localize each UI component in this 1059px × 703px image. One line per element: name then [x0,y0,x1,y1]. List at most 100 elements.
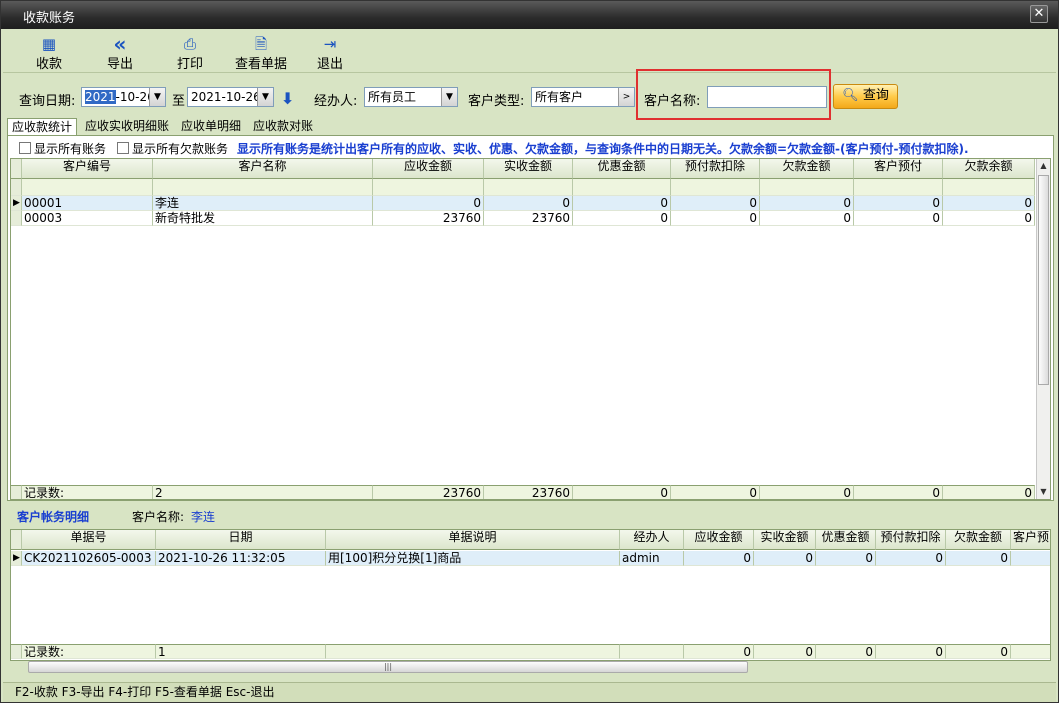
col-customer-name[interactable]: 客户名称 [153,159,373,179]
col-debt[interactable]: 欠款金额 [946,530,1011,550]
receive-button[interactable]: ▦ 收款 [19,35,79,72]
view-document-label: 查看单据 [234,57,287,72]
col-debt-balance[interactable]: 欠款余额 [943,159,1035,179]
scroll-down-icon[interactable]: ▼ [1037,485,1050,499]
table-header: 单据号 日期 单据说明 经办人 应收金额 实收金额 优惠金额 预付款扣除 欠款金… [11,530,1050,550]
cell-received: 23760 [484,211,573,226]
cell-receivable: 0 [373,196,484,211]
footer-prepay-deduct: 0 [876,644,946,659]
document-search-icon: 🗎 [254,35,268,53]
cell-prepay-deduct: 0 [671,211,760,226]
col-debt[interactable]: 欠款金额 [760,159,854,179]
table-row[interactable]: ▶ 00001 李连 0 0 0 0 0 0 0 [11,196,1035,211]
status-bar: F2-收款 F3-导出 F4-打印 F5-查看单据 Esc-退出 [3,682,1056,702]
col-receivable[interactable]: 应收金额 [373,159,484,179]
receivables-window: 收款账务 ✕ ▦ 收款 « 导出 ⎙ 打印 🗎 查看单据 ⇥ 退出 查询日期: … [0,0,1059,703]
detail-table: 单据号 日期 单据说明 经办人 应收金额 实收金额 优惠金额 预付款扣除 欠款金… [10,529,1051,661]
tab-receivables-detail[interactable]: 应收单明细 [177,118,245,136]
handler-select[interactable]: 所有员工 ▼ [364,87,458,107]
chevron-down-icon[interactable]: ▼ [441,88,457,106]
show-all-debts-checkbox[interactable] [117,142,129,154]
col-prepay-deduct[interactable]: 预付款扣除 [671,159,760,179]
title-bar[interactable]: 收款账务 ✕ [1,1,1058,29]
exit-door-icon: ⇥ [323,35,337,53]
customer-type-select[interactable]: 所有客户 > [531,87,635,107]
export-button[interactable]: « 导出 [90,32,150,72]
footer-count: 1 [156,644,326,659]
detail-customer-label: 客户名称: [132,510,185,524]
col-discount[interactable]: 优惠金额 [816,530,876,550]
cell-prepay-deduct: 0 [876,551,946,566]
cell-received: 0 [484,196,573,211]
summary-table: 客户编号 客户名称 应收金额 实收金额 优惠金额 预付款扣除 欠款金额 客户预付… [10,158,1051,500]
footer-debt: 0 [946,644,1011,659]
table-footer: 记录数: 1 0 0 0 0 0 [11,644,1050,659]
cell-customer-id: 00003 [22,211,153,226]
scroll-thumb[interactable] [1038,175,1049,385]
col-doc-no[interactable]: 单据号 [22,530,156,550]
detail-title: 客户帐务明细 [17,510,90,524]
col-prepaid[interactable]: 客户预付 [854,159,943,179]
customer-name-input[interactable] [707,86,827,108]
chevron-down-icon[interactable]: ▼ [257,88,273,106]
handler-label: 经办人: [314,94,358,109]
print-button[interactable]: ⎙ 打印 [160,35,220,72]
query-button[interactable]: 🔍︎ 查询 [833,84,898,109]
cell-prepaid [1011,551,1050,566]
footer-discount: 0 [816,644,876,659]
date-to-picker[interactable]: 2021-10-26 ▼ [187,87,274,107]
cell-prepaid: 0 [854,196,943,211]
footer-received: 0 [754,644,816,659]
cell-doc-desc: 用[100]积分兑换[1]商品 [326,551,620,566]
show-all-accounts-label: 显示所有账务 [34,142,107,156]
toolbar: ▦ 收款 « 导出 ⎙ 打印 🗎 查看单据 ⇥ 退出 [3,31,1056,73]
col-customer-id[interactable]: 客户编号 [22,159,153,179]
date-from-year: 2021 [85,90,116,104]
chevron-right-icon[interactable]: > [618,88,634,106]
down-arrow-icon[interactable]: ⬇ [281,89,294,108]
tab-receivables-reconcile[interactable]: 应收款对账 [249,118,317,136]
table-footer: 记录数: 2 23760 23760 0 0 0 0 0 [11,485,1035,499]
cell-customer-name: 新奇特批发 [153,211,373,226]
detail-customer-value: 李连 [191,510,216,524]
cell-debt: 0 [760,196,854,211]
view-document-button[interactable]: 🗎 查看单据 [230,35,292,72]
exit-button[interactable]: ⇥ 退出 [300,35,360,72]
export-label: 导出 [106,57,133,72]
table-filter-row[interactable] [11,179,1035,196]
footer-debt: 0 [760,485,854,499]
cell-discount: 0 [573,211,671,226]
col-received[interactable]: 实收金额 [754,530,816,550]
show-all-accounts-checkbox[interactable] [19,142,31,154]
calendar-icon: ▦ [41,35,57,53]
tab-receivables-summary[interactable]: 应收款统计 [7,118,78,136]
col-discount[interactable]: 优惠金额 [573,159,671,179]
cell-debt: 0 [946,551,1011,566]
cell-debt-balance: 0 [943,196,1035,211]
chevron-down-icon[interactable]: ▼ [149,88,165,106]
search-icon: 🔍︎ [842,88,859,103]
col-prepay-deduct[interactable]: 预付款扣除 [876,530,946,550]
col-handler[interactable]: 经办人 [620,530,684,550]
cell-prepaid: 0 [854,211,943,226]
close-icon[interactable]: ✕ [1030,5,1048,23]
footer-count-label: 记录数: [22,485,153,499]
footer-prepaid: 0 [854,485,943,499]
col-prepaid[interactable]: 客户预 [1011,530,1050,550]
cell-date: 2021-10-26 11:32:05 [156,551,326,566]
table-row[interactable]: ▶ CK2021102605-0003 2021-10-26 11:32:05 … [11,551,1050,566]
tab-receivables-ledger[interactable]: 应收实收明细账 [81,118,173,136]
to-label: 至 [172,94,186,109]
col-received[interactable]: 实收金额 [484,159,573,179]
horizontal-scrollbar[interactable]: ||| [28,661,748,673]
footer-received: 23760 [484,485,573,499]
col-date[interactable]: 日期 [156,530,326,550]
scroll-up-icon[interactable]: ▲ [1037,159,1050,173]
double-left-arrow-icon: « [113,32,127,56]
table-row[interactable]: 00003 新奇特批发 23760 23760 0 0 0 0 0 [11,211,1035,226]
date-label: 查询日期: [19,94,76,109]
col-receivable[interactable]: 应收金额 [684,530,754,550]
col-doc-desc[interactable]: 单据说明 [326,530,620,550]
vertical-scrollbar[interactable]: ▲ ▼ [1036,159,1050,499]
date-from-picker[interactable]: 2021-10-26 ▼ [81,87,166,107]
